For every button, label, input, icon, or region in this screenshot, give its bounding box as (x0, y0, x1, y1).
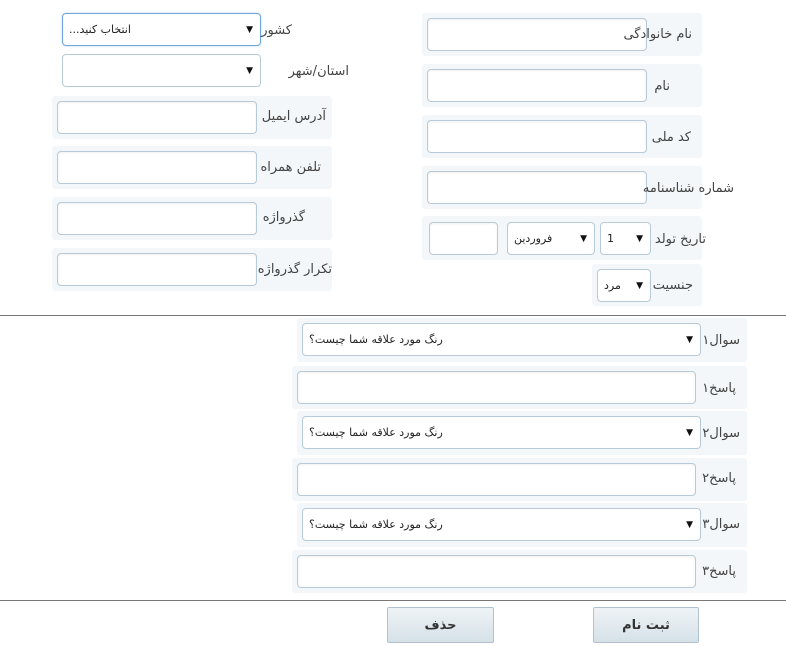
last-name-label: نام خانوادگی (623, 27, 692, 42)
chevron-down-icon: ▼ (580, 233, 587, 244)
id-number-label: شماره شناسنامه (642, 181, 734, 196)
answer-2-label: پاسخ۲ (702, 471, 736, 486)
chevron-down-icon: ▼ (246, 24, 253, 35)
first-name-input[interactable] (427, 69, 647, 102)
question-2-value: رنگ مورد علاقه شما چیست؟ (309, 426, 443, 439)
email-input[interactable] (57, 101, 257, 134)
gender-label: جنسیت (652, 278, 693, 293)
country-select[interactable]: ▼ انتخاب کنید... (62, 13, 261, 46)
question-2-label: سوال۲ (702, 426, 740, 441)
province-select[interactable]: ▼ (62, 54, 261, 87)
province-label: استان/شهر (288, 64, 349, 79)
divider-top (0, 315, 786, 316)
question-3-select[interactable]: ▼ رنگ مورد علاقه شما چیست؟ (302, 508, 701, 541)
country-label: کشور (261, 23, 292, 38)
birth-year-input[interactable] (429, 222, 498, 255)
password-repeat-label: تکرار گذرواژه (257, 262, 332, 277)
chevron-down-icon: ▼ (686, 334, 693, 345)
chevron-down-icon: ▼ (686, 427, 693, 438)
answer-1-input[interactable] (297, 371, 696, 404)
chevron-down-icon: ▼ (636, 280, 643, 291)
answer-3-label: پاسخ۳ (702, 564, 736, 579)
mobile-label: تلفن همراه (260, 160, 322, 175)
first-name-label: نام (654, 79, 670, 94)
divider-bottom (0, 600, 786, 601)
question-3-value: رنگ مورد علاقه شما چیست؟ (309, 518, 443, 531)
gender-value: مرد (604, 279, 621, 292)
birth-day-value: 1 (607, 232, 614, 245)
national-code-label: کد ملی (651, 130, 691, 145)
mobile-input[interactable] (57, 151, 257, 184)
id-number-input[interactable] (427, 171, 647, 204)
password-repeat-input[interactable] (57, 253, 257, 286)
question-1-select[interactable]: ▼ رنگ مورد علاقه شما چیست؟ (302, 323, 701, 356)
question-3-label: سوال۳ (702, 517, 740, 532)
question-1-value: رنگ مورد علاقه شما چیست؟ (309, 333, 443, 346)
national-code-input[interactable] (427, 120, 647, 153)
gender-select[interactable]: ▼ مرد (597, 269, 651, 302)
chevron-down-icon: ▼ (686, 519, 693, 530)
last-name-input[interactable] (427, 18, 647, 51)
birth-day-select[interactable]: ▼ 1 (600, 222, 651, 255)
chevron-down-icon: ▼ (246, 65, 253, 76)
birth-date-label: تاریخ تولد (654, 232, 706, 247)
answer-1-label: پاسخ۱ (702, 381, 736, 396)
password-input[interactable] (57, 202, 257, 235)
country-value: انتخاب کنید... (69, 23, 131, 36)
email-label: آدرس ایمیل (261, 109, 326, 124)
delete-button[interactable]: حذف (387, 607, 494, 643)
birth-month-value: فروردین (514, 232, 553, 245)
register-button[interactable]: ثبت نام (593, 607, 699, 643)
question-2-select[interactable]: ▼ رنگ مورد علاقه شما چیست؟ (302, 416, 701, 449)
question-1-label: سوال۱ (702, 333, 740, 348)
password-label: گذرواژه (262, 210, 305, 225)
birth-month-select[interactable]: ▼ فروردین (507, 222, 595, 255)
answer-2-input[interactable] (297, 463, 696, 496)
chevron-down-icon: ▼ (636, 233, 643, 244)
answer-3-input[interactable] (297, 555, 696, 588)
